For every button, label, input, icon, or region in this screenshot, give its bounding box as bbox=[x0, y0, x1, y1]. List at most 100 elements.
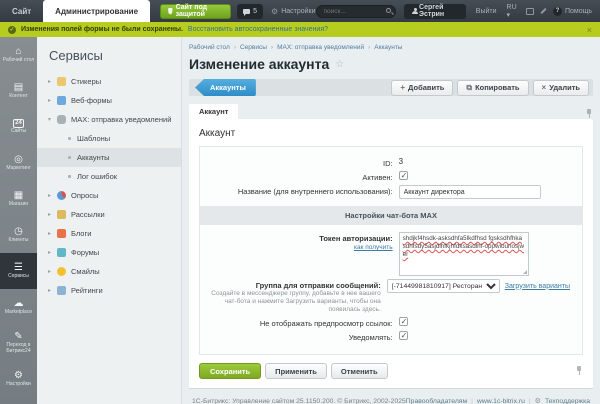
name-label: Название (для внутреннего использования)… bbox=[237, 187, 393, 196]
breadcrumb-desktop[interactable]: Рабочий стол bbox=[189, 44, 230, 51]
bitrix-site-link[interactable]: www.1c-bitrix.ru bbox=[477, 398, 525, 404]
rail-item-content[interactable]: ▤ Контент bbox=[0, 73, 37, 109]
breadcrumb-max[interactable]: МАХ: отправка уведомлений bbox=[271, 44, 364, 51]
rights-link[interactable]: Правообладателям bbox=[406, 398, 467, 404]
sidebar-item-accounts[interactable]: Аккаунты bbox=[37, 148, 181, 167]
page-title: Изменение аккаунта bbox=[189, 56, 330, 72]
rail-item-settings[interactable]: ⚙ Настройки bbox=[0, 361, 37, 397]
rail-item-marketplace[interactable]: ☁ Marketplace bbox=[0, 289, 37, 325]
copy-button[interactable]: ⧉ Копировать bbox=[457, 79, 529, 96]
user-menu-button[interactable]: Сергей Эстрин bbox=[403, 3, 466, 19]
rail-item-desktop[interactable]: ⌂ Рабочий стол bbox=[0, 37, 37, 73]
language-selector[interactable]: RU ▾ bbox=[507, 4, 519, 19]
sidebar-item-templates[interactable]: Шаблоны bbox=[37, 129, 181, 148]
site-protected-button[interactable]: Сайт под защитой bbox=[160, 3, 232, 19]
mail-icon bbox=[57, 210, 66, 219]
sidebar-item-max-notifications[interactable]: ▾ МАХ: отправка уведомлений bbox=[37, 110, 181, 129]
add-button[interactable]: + Добавить bbox=[391, 79, 454, 96]
save-button[interactable]: Сохранить bbox=[199, 363, 262, 379]
rail-item-sites[interactable]: 24 Сайты bbox=[0, 109, 37, 145]
logout-link[interactable]: Выйти bbox=[476, 8, 497, 15]
chevron-right-icon: ▸ bbox=[48, 98, 52, 104]
close-icon[interactable]: × bbox=[587, 25, 592, 35]
bullet-icon bbox=[68, 137, 71, 140]
group-select[interactable]: [-71449981810917] Ресторан bbox=[386, 279, 500, 293]
field-id: ID: 3 bbox=[200, 157, 582, 168]
close-icon: × bbox=[541, 83, 547, 92]
separator bbox=[529, 398, 531, 404]
rail-item-bitrix24[interactable]: ✎ Переход в Битрикс24 bbox=[0, 325, 37, 361]
token-label: Токен авторизации: bbox=[319, 234, 393, 243]
blog-icon bbox=[57, 229, 66, 238]
restore-autosave-link[interactable]: Восстановить автосохраненные значения? bbox=[188, 26, 328, 33]
document-icon: ▤ bbox=[13, 81, 24, 93]
delete-button[interactable]: × Удалить bbox=[532, 79, 589, 96]
breadcrumb: Рабочий стол Сервисы МАХ: отправка уведо… bbox=[189, 37, 593, 51]
admin-app: Сайт Администрирование Сайт под защитой … bbox=[0, 0, 600, 404]
chevron-right-icon: ▸ bbox=[48, 288, 52, 294]
sidebar-item-ratings[interactable]: ▸ Рейтинги bbox=[37, 281, 181, 300]
load-variants-link[interactable]: Загрузить варианты bbox=[505, 283, 570, 290]
apply-button[interactable]: Применить bbox=[265, 363, 327, 379]
token-textarea[interactable]: shdjkf4hsdk-asksdhfa5lkdfhsd fgsksdhfhka… bbox=[398, 232, 529, 276]
footer: 1С-Битрикс: Управление сайтом 25.1150.20… bbox=[189, 388, 593, 404]
notify-checkbox[interactable] bbox=[398, 331, 408, 341]
rail-item-clients[interactable]: ◷ Клиенты bbox=[0, 217, 37, 253]
tab-account[interactable]: Аккаунт bbox=[189, 104, 239, 119]
webform-icon bbox=[57, 96, 66, 105]
search-input[interactable] bbox=[315, 4, 396, 18]
topbar-settings-button[interactable]: ⚙ Настройки bbox=[271, 7, 316, 16]
sidebar-item-stickers[interactable]: ▸ Стикеры bbox=[37, 72, 181, 91]
tab-administration[interactable]: Администрирование bbox=[43, 0, 151, 22]
support-link[interactable]: Техподдержка bbox=[545, 398, 590, 404]
group-hint: Создайте в мессенджере группу, добавьте … bbox=[211, 290, 381, 313]
form-section-title: Аккаунт bbox=[199, 128, 236, 139]
sidebar-item-blogs[interactable]: ▸ Блоги bbox=[37, 224, 181, 243]
breadcrumb-accounts[interactable]: Аккаунты bbox=[368, 44, 402, 51]
bullet-icon bbox=[68, 175, 71, 178]
copy-icon: ⧉ bbox=[466, 82, 473, 92]
sticker-icon bbox=[57, 77, 66, 86]
id-label: ID: bbox=[383, 159, 393, 168]
notifications-count: 5 bbox=[253, 7, 258, 15]
gear-icon: ⚙ bbox=[271, 6, 279, 16]
user-name: Сергей Эстрин bbox=[419, 4, 445, 18]
wrench-icon[interactable] bbox=[539, 7, 545, 15]
pin-icon[interactable] bbox=[575, 366, 583, 376]
field-notify: Уведомлять: bbox=[200, 331, 582, 342]
shield-icon bbox=[168, 7, 173, 15]
sidebar-item-newsletters[interactable]: ▸ Рассылки bbox=[37, 205, 181, 224]
question-icon: ? bbox=[552, 6, 562, 16]
form-actions: Сохранить Применить Отменить bbox=[189, 355, 593, 388]
plus-icon: + bbox=[400, 83, 406, 92]
field-group: Группа для отправки сообщений: Создайте … bbox=[200, 279, 582, 314]
user-icon bbox=[411, 8, 417, 14]
breadcrumb-services[interactable]: Сервисы bbox=[234, 44, 267, 51]
favorite-star-icon[interactable]: ☆ bbox=[335, 59, 344, 70]
name-input[interactable] bbox=[398, 185, 541, 199]
search-icon bbox=[385, 7, 391, 13]
rail-item-services[interactable]: ☰ Сервисы bbox=[0, 253, 37, 289]
cancel-button[interactable]: Отменить bbox=[330, 363, 388, 379]
help-button[interactable]: ? Помощь bbox=[552, 6, 592, 16]
tab-site[interactable]: Сайт bbox=[0, 0, 43, 22]
sidebar-item-polls[interactable]: ▸ Опросы bbox=[37, 186, 181, 205]
pin-icon[interactable] bbox=[585, 109, 593, 119]
desktop-view-icon[interactable] bbox=[526, 7, 534, 15]
home-icon: ⌂ bbox=[15, 45, 22, 57]
chevron-right-icon: ▸ bbox=[48, 193, 52, 199]
notifications-button[interactable]: 5 bbox=[237, 3, 264, 19]
form-tabs: Аккаунт bbox=[189, 104, 593, 119]
back-to-accounts-button[interactable]: Аккаунты bbox=[195, 79, 256, 96]
no-preview-checkbox[interactable] bbox=[398, 317, 408, 327]
sidebar-item-forums[interactable]: ▸ Форумы bbox=[37, 243, 181, 262]
chevron-down-icon: ▾ bbox=[48, 117, 52, 123]
rail-item-marketing[interactable]: ◎ Маркетинг bbox=[0, 145, 37, 181]
sidebar-item-smiles[interactable]: ▸ Смайлы bbox=[37, 262, 181, 281]
active-checkbox[interactable] bbox=[398, 171, 408, 181]
rail-item-shop[interactable]: ▦ Магазин bbox=[0, 181, 37, 217]
chevron-right-icon: ▸ bbox=[48, 250, 52, 256]
how-to-get-link[interactable]: как получить bbox=[200, 244, 393, 251]
sidebar-item-webforms[interactable]: ▸ Веб-формы bbox=[37, 91, 181, 110]
sidebar-item-error-log[interactable]: Лог ошибок bbox=[37, 167, 181, 186]
